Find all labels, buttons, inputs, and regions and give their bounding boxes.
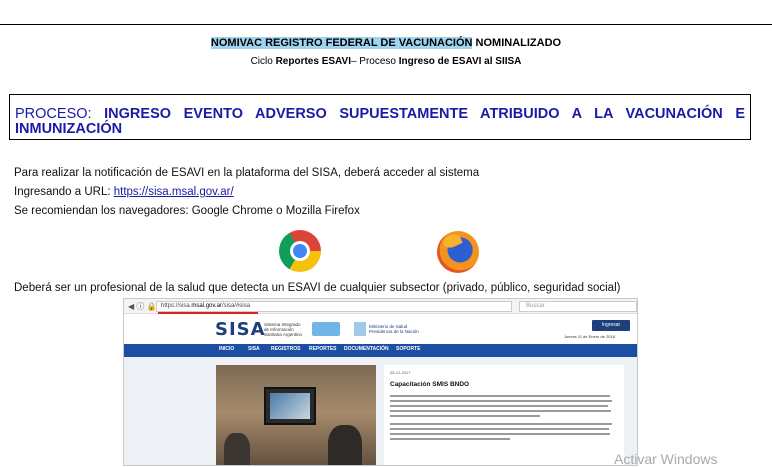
windows-activation-watermark: Activar Windows — [614, 451, 718, 467]
news-article: 06-12-2017 Capacitación SMIS BNDO — [384, 365, 624, 465]
sisa-logo: SISA — [215, 319, 266, 340]
msal-logo — [312, 322, 340, 336]
sisa-nav-reportes: REPORTES — [309, 346, 337, 352]
article-text-line — [390, 395, 610, 397]
article-text-line — [390, 410, 611, 412]
article-date: 06-12-2017 — [390, 370, 411, 375]
article-text-line — [390, 428, 609, 430]
process-title: PROCESO: INGRESO EVENTO ADVERSO SUPUESTA… — [15, 107, 745, 137]
article-text-line — [390, 433, 610, 435]
header-rest: NOMINALIZADO — [472, 37, 562, 49]
sisa-logo-subtitle: Sistema Integrado de Información Sanitar… — [264, 322, 303, 337]
ministry-text: Ministerio de Salud Presidencia de la Na… — [369, 324, 419, 334]
subtitle-part-2: Reportes ESAVI — [275, 56, 351, 67]
sisa-nav-bar: INICIO SISA REGISTROS REPORTES DOCUMENTA… — [124, 344, 637, 357]
sisa-screenshot: ◀ ⓘ 🔒 https://sisa.msal.gov.ar/sisa/#sis… — [123, 298, 638, 466]
url-suffix: /sisa/#sisa — [221, 303, 250, 309]
document-header-title: NOMIVAC REGISTRO FEDERAL DE VACUNACIÓN N… — [0, 37, 772, 49]
sisa-nav-sisa: SISA — [248, 346, 260, 352]
browser-address-bar: ◀ ⓘ 🔒 https://sisa.msal.gov.ar/sisa/#sis… — [124, 299, 637, 314]
login-button: Ingresar — [592, 320, 630, 331]
meeting-photo — [216, 365, 376, 465]
article-text-line — [390, 423, 612, 425]
url-label: Ingresando a URL: — [14, 186, 114, 198]
instruction-line-4: Deberá ser un profesional de la salud qu… — [14, 282, 621, 294]
sisa-url-link[interactable]: https://sisa.msal.gov.ar/ — [114, 186, 234, 198]
top-rule — [0, 24, 772, 25]
article-text-line — [390, 438, 510, 440]
process-box: PROCESO: INGRESO EVENTO ADVERSO SUPUESTA… — [9, 94, 751, 140]
url-host: msal.gov.ar — [191, 303, 222, 309]
sisa-nav-documentacion: DOCUMENTACIÓN — [344, 346, 389, 352]
instruction-line-3: Se recomiendan los navegadores: Google C… — [14, 205, 360, 217]
sisa-date: Jueves 11 de Enero de 2018 — [564, 334, 615, 339]
sisa-nav-registros: REGISTROS — [271, 346, 301, 352]
article-title: Capacitación SMIS BNDO — [390, 381, 470, 388]
browser-nav-icons: ◀ ⓘ 🔒 — [128, 302, 157, 311]
process-name: INGRESO EVENTO ADVERSO SUPUESTAMENTE ATR… — [15, 106, 745, 137]
article-text-line — [390, 415, 540, 417]
sisa-content: 06-12-2017 Capacitación SMIS BNDO — [124, 357, 637, 465]
sisa-header: SISA Sistema Integrado de Información Sa… — [124, 314, 637, 344]
header-highlight: NOMIVAC REGISTRO FEDERAL DE VACUNACIÓN — [210, 37, 473, 49]
process-prefix: PROCESO: — [15, 106, 105, 122]
firefox-icon — [437, 231, 479, 273]
browser-search-field: Buscar — [519, 301, 637, 312]
url-field: https://sisa.msal.gov.ar/sisa/#sisa — [156, 301, 512, 312]
subtitle-part-3: – Proceso — [350, 56, 399, 67]
article-text-line — [390, 400, 612, 402]
document-header-subtitle: Ciclo Reportes ESAVI– Proceso Ingreso de… — [0, 56, 772, 67]
subtitle-part-1: Ciclo — [250, 56, 276, 67]
sisa-nav-inicio: INICIO — [219, 346, 235, 352]
sisa-nav-soporte: SOPORTE — [396, 346, 421, 352]
instruction-line-1: Para realizar la notificación de ESAVI e… — [14, 167, 480, 179]
url-prefix: https://sisa. — [161, 303, 192, 309]
chrome-icon — [279, 230, 321, 272]
article-text-line — [390, 405, 608, 407]
instruction-line-2: Ingresando a URL: https://sisa.msal.gov.… — [14, 186, 234, 198]
subtitle-part-4: Ingreso de ESAVI al SIISA — [398, 56, 522, 67]
ministry-shield-icon — [354, 322, 366, 336]
